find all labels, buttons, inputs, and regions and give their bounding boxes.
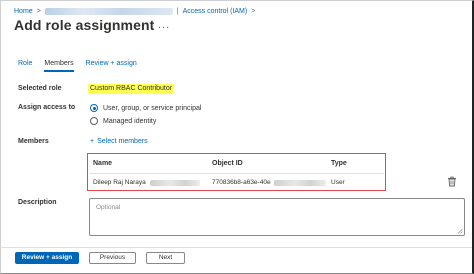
tab-members[interactable]: Members — [44, 58, 74, 72]
previous-button[interactable]: Previous — [89, 252, 136, 264]
breadcrumb-redacted-resource[interactable] — [44, 7, 173, 15]
column-header-name: Name — [93, 160, 113, 167]
table-header-divider — [90, 173, 384, 174]
footer-divider — [0, 247, 472, 248]
radio-option-user-group[interactable]: User, group, or service principal — [90, 104, 201, 112]
ellipsis-icon[interactable]: ... — [158, 19, 170, 31]
redacted-name-suffix — [149, 179, 200, 186]
breadcrumb-current[interactable]: Access control (IAM) — [183, 8, 248, 15]
breadcrumb: Home > | Access control (IAM) > — [14, 5, 255, 17]
table-row-type: User — [331, 179, 345, 186]
redacted-object-id-suffix — [273, 179, 326, 186]
column-header-type: Type — [331, 160, 347, 167]
assign-access-label: Assign access to — [18, 104, 76, 111]
breadcrumb-separator: > — [36, 7, 41, 15]
radio-option-label: Managed identity — [103, 117, 157, 125]
resize-handle-icon[interactable] — [457, 228, 463, 234]
description-label: Description — [18, 199, 57, 206]
tab-role[interactable]: Role — [18, 58, 32, 72]
plus-icon: + — [90, 138, 95, 145]
tab-bar: Role Members Review + assign — [18, 58, 149, 74]
radio-selected-icon[interactable] — [90, 104, 98, 112]
breadcrumb-separator: > — [251, 7, 256, 15]
selected-role-value: Custom RBAC Contributor — [88, 84, 175, 94]
description-placeholder: Optional — [96, 204, 121, 211]
select-members-label: Select members — [97, 138, 148, 145]
description-textarea[interactable]: Optional — [89, 198, 465, 236]
radio-option-managed-identity[interactable]: Managed identity — [90, 117, 156, 125]
page-title: Add role assignment — [14, 17, 155, 33]
member-object-id: 770836b8-a63e-40e — [212, 179, 271, 186]
next-button[interactable]: Next — [146, 252, 185, 264]
table-row-name: Dileep Raj Naraya — [93, 179, 200, 186]
trash-icon[interactable] — [447, 176, 457, 187]
tab-review-assign[interactable]: Review + assign — [86, 58, 137, 72]
select-members-link[interactable]: + Select members — [90, 138, 148, 145]
breadcrumb-home[interactable]: Home — [14, 8, 33, 15]
radio-unselected-icon[interactable] — [90, 117, 98, 125]
table-row-object-id: 770836b8-a63e-40e — [212, 179, 326, 186]
column-header-object-id: Object ID — [212, 160, 243, 167]
breadcrumb-separator: | — [176, 7, 179, 15]
selected-role-label: Selected role — [18, 85, 62, 92]
members-label: Members — [18, 138, 49, 145]
member-name: Dileep Raj Naraya — [93, 179, 146, 186]
review-assign-button[interactable]: Review + assign — [15, 252, 79, 264]
radio-option-label: User, group, or service principal — [103, 104, 202, 112]
